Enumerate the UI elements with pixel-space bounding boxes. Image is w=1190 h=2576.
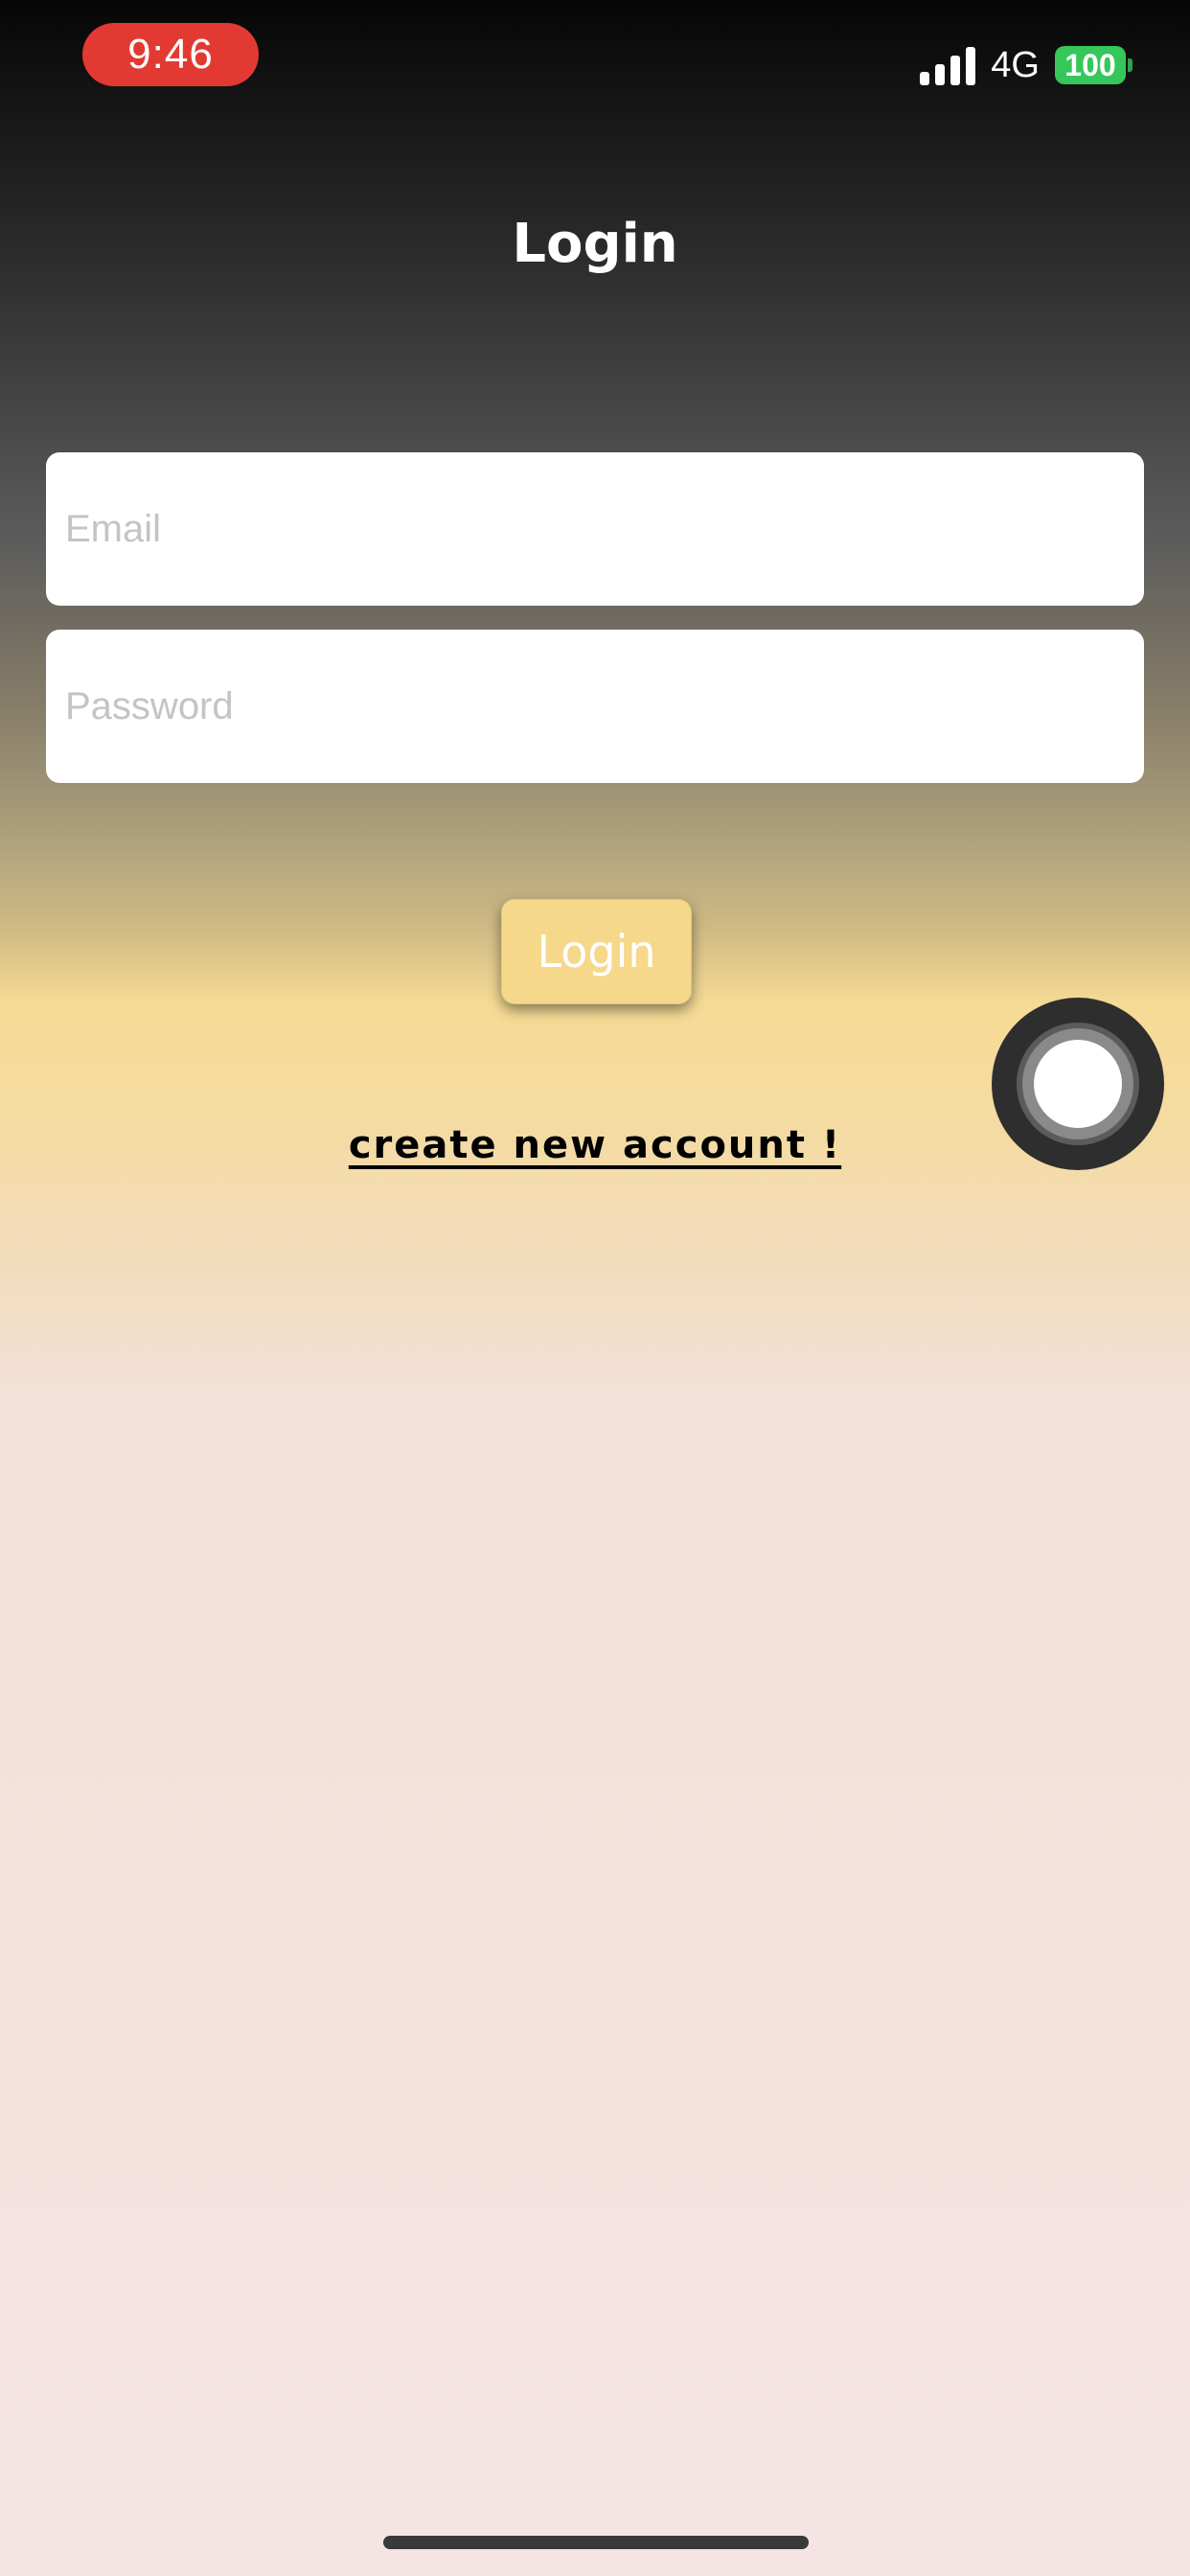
assistive-touch-ring <box>1017 1023 1139 1145</box>
status-time: 9:46 <box>82 23 259 86</box>
page-title: Login <box>512 213 678 275</box>
login-screen: 9:46 4G 100 Login Login create new accou… <box>0 0 1190 2576</box>
login-button[interactable]: Login <box>501 899 692 1004</box>
assistive-touch-icon[interactable] <box>992 998 1164 1170</box>
assistive-touch-core <box>1034 1040 1122 1128</box>
login-button-label: Login <box>537 926 656 978</box>
email-field[interactable] <box>46 452 1144 606</box>
status-indicators: 4G 100 <box>920 38 1133 92</box>
cellular-signal-icon <box>920 45 976 85</box>
password-field[interactable] <box>46 630 1144 783</box>
status-time-label: 9:46 <box>127 31 214 78</box>
home-indicator[interactable] <box>383 2536 809 2549</box>
battery-level: 100 <box>1055 46 1126 84</box>
network-type: 4G <box>991 44 1040 85</box>
battery-icon: 100 <box>1055 46 1133 84</box>
